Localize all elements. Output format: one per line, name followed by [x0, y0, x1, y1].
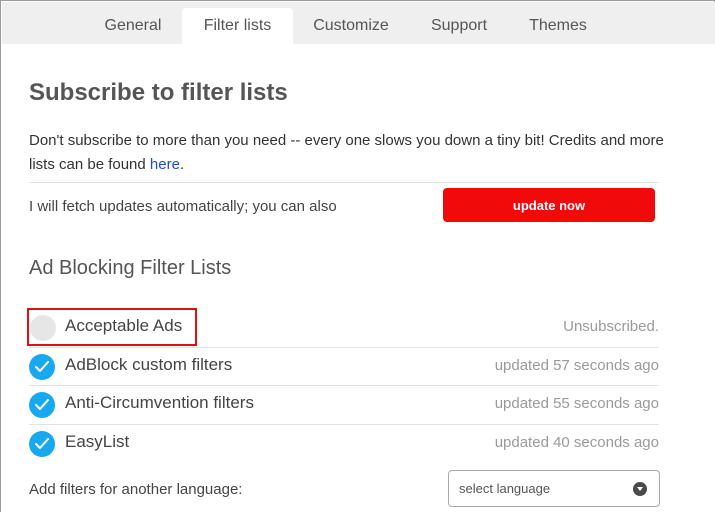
filter-list-status: updated 55 seconds ago [494, 395, 659, 412]
filter-list-status: updated 57 seconds ago [494, 357, 659, 374]
tab-general[interactable]: General [88, 8, 178, 44]
tab-customize[interactable]: Customize [302, 8, 400, 44]
filter-list-name: EasyList [65, 432, 130, 451]
filter-list-status: updated 40 seconds ago [494, 434, 659, 451]
update-now-button[interactable]: update now [443, 188, 655, 222]
checkmark-icon[interactable] [29, 431, 55, 457]
highlight-box [27, 308, 197, 346]
filter-list-name: Anti-Circumvention filters [65, 393, 254, 412]
filter-list-row-anti-circumvention: Anti-Circumvention filters updated 55 se… [29, 385, 659, 423]
ad-blocking-heading: Ad Blocking Filter Lists [29, 257, 232, 279]
language-label: Add filters for another language: [29, 481, 243, 498]
language-select-value: select language [459, 481, 551, 496]
filter-list-row-easylist: EasyList updated 40 seconds ago [29, 424, 659, 462]
filter-list-name: AdBlock custom filters [65, 355, 233, 374]
checkmark-icon[interactable] [29, 392, 55, 418]
description-text: Don't subscribe to more than you need --… [29, 132, 664, 173]
page-description: Don't subscribe to more than you need --… [29, 129, 669, 177]
checkmark-icon[interactable] [29, 354, 55, 380]
language-select[interactable]: select language [448, 470, 660, 507]
page-title: Subscribe to filter lists [29, 79, 288, 106]
filter-list-status: Unsubscribed. [563, 318, 659, 335]
filter-list-row-adblock-custom: AdBlock custom filters updated 57 second… [29, 347, 659, 385]
tab-themes[interactable]: Themes [517, 8, 599, 44]
credits-link[interactable]: here [150, 156, 180, 173]
chevron-down-icon [633, 482, 647, 496]
description-period: . [179, 156, 185, 173]
tab-bar: General Filter lists Customize Support T… [2, 2, 715, 44]
auto-update-text: I will fetch updates automatically; you … [29, 198, 337, 215]
divider [29, 182, 659, 183]
tab-filter-lists[interactable]: Filter lists [182, 8, 293, 44]
tab-support[interactable]: Support [416, 8, 502, 44]
window-frame: General Filter lists Customize Support T… [0, 0, 715, 512]
